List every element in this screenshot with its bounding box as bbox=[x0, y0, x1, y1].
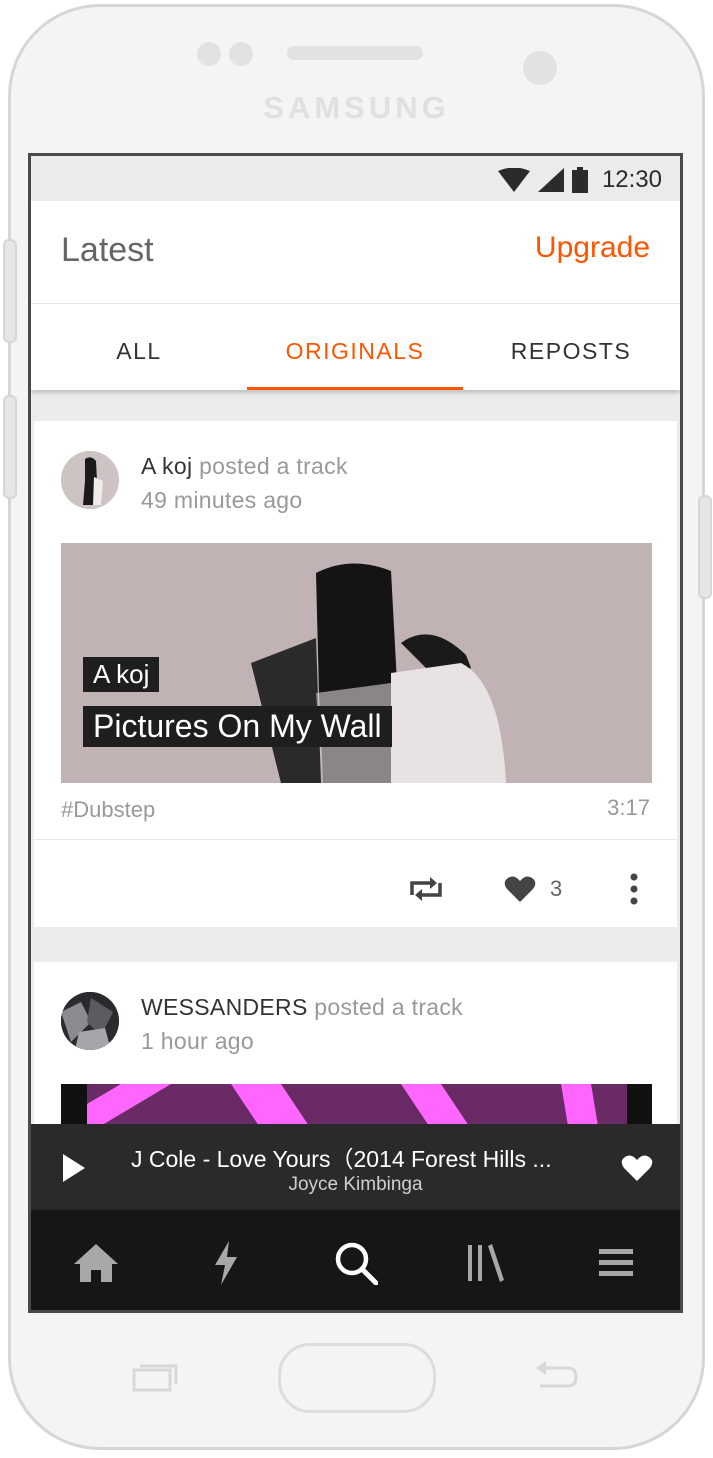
now-playing-artist: Joyce Kimbinga bbox=[288, 1174, 423, 1195]
mini-player[interactable]: J Cole - Love Yours（2014 Forest Hills ..… bbox=[31, 1124, 680, 1210]
home-hardware-button[interactable] bbox=[278, 1343, 436, 1413]
avatar[interactable] bbox=[61, 451, 119, 509]
home-icon bbox=[74, 1244, 118, 1282]
post-time: 1 hour ago bbox=[141, 1028, 254, 1054]
back-icon[interactable] bbox=[530, 1358, 582, 1394]
artwork-title-label: Pictures On My Wall bbox=[83, 706, 392, 747]
feed-tabs: ALL ORIGINALS REPOSTS bbox=[31, 304, 680, 390]
status-bar: 12:30 bbox=[31, 156, 680, 201]
bottom-navigation bbox=[31, 1210, 680, 1310]
tab-all[interactable]: ALL bbox=[31, 304, 247, 390]
tab-originals[interactable]: ORIGINALS bbox=[247, 304, 463, 390]
track-duration: 3:17 bbox=[607, 795, 650, 820]
nav-more[interactable] bbox=[593, 1240, 639, 1286]
library-icon bbox=[468, 1244, 504, 1282]
signal-icon bbox=[537, 168, 564, 192]
heart-icon bbox=[504, 876, 536, 902]
post-time: 49 minutes ago bbox=[141, 487, 303, 513]
artwork-artist-label: A koj bbox=[83, 657, 160, 692]
stream-icon bbox=[215, 1241, 237, 1285]
like-button[interactable]: 3 bbox=[504, 869, 562, 909]
status-time: 12:30 bbox=[601, 166, 662, 193]
post-action: posted a track bbox=[199, 453, 348, 479]
now-playing-title: J Cole - Love Yours（2014 Forest Hills ..… bbox=[131, 1146, 552, 1172]
app-bar: Latest Upgrade bbox=[31, 201, 680, 304]
power-button[interactable] bbox=[698, 495, 712, 599]
sensor-dot bbox=[197, 42, 221, 66]
volume-down-button[interactable] bbox=[3, 395, 17, 499]
recent-apps-icon[interactable] bbox=[130, 1360, 178, 1394]
repost-button[interactable] bbox=[406, 869, 446, 909]
menu-icon bbox=[599, 1249, 633, 1276]
post-username[interactable]: A koj bbox=[141, 453, 192, 479]
tab-reposts[interactable]: REPOSTS bbox=[463, 304, 679, 390]
heart-icon[interactable] bbox=[621, 1154, 653, 1182]
nav-home[interactable] bbox=[73, 1240, 119, 1286]
screen: 12:30 Latest Upgrade ALL ORIGINALS REPOS… bbox=[28, 153, 683, 1313]
sensor-dot bbox=[229, 42, 253, 66]
more-vertical-icon bbox=[630, 873, 638, 905]
genre-tag[interactable]: #Dubstep bbox=[61, 797, 155, 823]
search-icon bbox=[335, 1242, 378, 1285]
device-brand: SAMSUNG bbox=[263, 90, 450, 125]
nav-library[interactable] bbox=[463, 1240, 509, 1286]
page-title: Latest bbox=[61, 231, 154, 269]
feed-card[interactable]: A koj posted a track 49 minutes ago A ko… bbox=[34, 421, 677, 927]
earpiece-speaker bbox=[287, 46, 423, 60]
post-header: WESSANDERS posted a track bbox=[141, 994, 463, 1021]
battery-icon bbox=[571, 167, 588, 193]
repost-icon bbox=[410, 877, 442, 901]
post-header: A koj posted a track bbox=[141, 453, 348, 480]
divider bbox=[34, 839, 677, 840]
nav-stream[interactable] bbox=[203, 1240, 249, 1286]
post-username[interactable]: WESSANDERS bbox=[141, 994, 308, 1020]
active-tab-indicator bbox=[247, 387, 463, 390]
wifi-icon bbox=[497, 168, 530, 192]
nav-search[interactable] bbox=[333, 1240, 379, 1286]
post-action: posted a track bbox=[314, 994, 463, 1020]
more-options-button[interactable] bbox=[630, 869, 638, 909]
front-camera bbox=[523, 51, 557, 85]
track-artwork[interactable]: A koj Pictures On My Wall bbox=[61, 543, 652, 783]
avatar[interactable] bbox=[61, 992, 119, 1050]
upgrade-button[interactable]: Upgrade bbox=[535, 231, 650, 265]
like-count: 3 bbox=[550, 876, 563, 901]
volume-up-button[interactable] bbox=[3, 239, 17, 343]
